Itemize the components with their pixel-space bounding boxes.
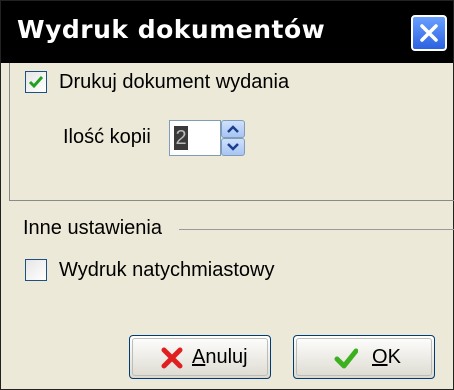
print-document-label: Drukuj dokument wydania (59, 71, 290, 93)
cancel-button-label: Anuluj (192, 346, 248, 369)
ok-button[interactable]: OK (293, 335, 435, 379)
cancel-label-rest: nuluj (205, 346, 248, 368)
arrow-down-icon (227, 143, 239, 151)
group-divider (179, 229, 454, 230)
cancel-accelerator: A (192, 346, 206, 368)
ok-button-frame (296, 338, 432, 376)
title-bar[interactable]: Wydruk dokumentów (1, 1, 453, 63)
cancel-button[interactable]: Anuluj (129, 335, 271, 379)
ok-button-label: OK (372, 346, 401, 369)
immediate-print-checkbox[interactable] (25, 259, 47, 281)
red-x-icon (161, 347, 183, 369)
ok-accelerator: O (372, 346, 388, 368)
close-icon (420, 24, 438, 42)
immediate-print-label: Wydruk natychmiastowy (59, 259, 275, 281)
green-check-icon (334, 348, 358, 369)
ok-label-rest: K (387, 346, 401, 368)
copies-increment-button[interactable] (221, 120, 245, 138)
print-document-checkbox[interactable] (25, 71, 47, 93)
close-button[interactable] (411, 15, 447, 51)
copies-spinner (221, 120, 245, 156)
print-documents-dialog: Wydruk dokumentów Drukuj dokument wydani… (0, 0, 454, 390)
dialog-title: Wydruk dokumentów (17, 15, 326, 44)
checkmark-icon (28, 76, 44, 89)
copies-decrement-button[interactable] (221, 138, 245, 156)
copies-value: 2 (174, 126, 188, 150)
copies-label: Ilość kopii (63, 126, 151, 148)
copies-input[interactable]: 2 (169, 120, 221, 156)
arrow-up-icon (227, 125, 239, 133)
other-settings-group-label: Inne ustawienia (23, 217, 162, 239)
